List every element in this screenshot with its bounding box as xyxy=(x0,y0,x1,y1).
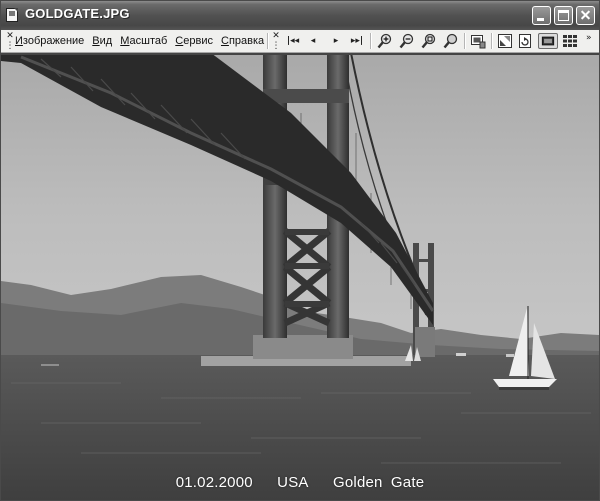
toolbar-separator xyxy=(464,33,466,49)
zoom-fit-icon[interactable] xyxy=(421,33,437,49)
caption-title: Golden Gate xyxy=(333,474,425,491)
toolbar-separator xyxy=(491,33,493,49)
toolbar-overflow-icon[interactable]: » xyxy=(586,33,592,43)
first-image-icon[interactable]: |◂◂ xyxy=(286,33,300,49)
toolbar: ✕ ⋮ Изображение Вид Масштаб Сервис Справк… xyxy=(1,30,599,53)
previous-image-icon[interactable]: ◂ xyxy=(308,33,318,49)
document-icon[interactable] xyxy=(6,8,18,22)
next-image-icon[interactable]: ▸ xyxy=(331,33,341,49)
image-info-icon[interactable] xyxy=(470,33,486,49)
full-view-icon[interactable] xyxy=(538,33,558,49)
menu-view[interactable]: Вид xyxy=(92,35,112,47)
golden-gate-photo xyxy=(1,53,599,500)
caption-date: 01.02.2000 xyxy=(175,474,253,491)
rotate-icon[interactable] xyxy=(517,33,533,49)
menu-image[interactable]: Изображение xyxy=(15,35,84,47)
menu-bar: Изображение Вид Масштаб Сервис Справка xyxy=(15,30,272,52)
image-canvas[interactable]: 01.02.2000 USA Golden Gate xyxy=(1,53,599,500)
minimize-button[interactable] xyxy=(532,6,551,25)
zoom-out-icon[interactable] xyxy=(399,33,415,49)
zoom-in-icon[interactable] xyxy=(377,33,393,49)
menubar-close-icon[interactable]: ✕ ⋮ xyxy=(5,31,15,51)
zoom-actual-icon[interactable] xyxy=(443,33,459,49)
close-button[interactable] xyxy=(576,6,595,25)
title-bar[interactable]: GOLDGATE.JPG xyxy=(1,1,599,30)
image-caption: 01.02.2000 USA Golden Gate xyxy=(1,474,599,491)
toolbar-separator xyxy=(370,33,372,49)
toolbar-separator xyxy=(267,33,269,49)
toolbar-close-icon[interactable]: ✕ ⋮ xyxy=(271,31,281,51)
thumbnails-icon[interactable] xyxy=(562,33,578,49)
menu-service[interactable]: Сервис xyxy=(175,35,213,47)
maximize-icon xyxy=(558,10,569,21)
minimize-icon xyxy=(537,18,544,21)
window-title: GOLDGATE.JPG xyxy=(25,6,130,21)
menu-scale[interactable]: Масштаб xyxy=(120,35,167,47)
fit-window-icon[interactable] xyxy=(497,33,513,49)
caption-country: USA xyxy=(277,474,309,491)
maximize-button[interactable] xyxy=(554,6,573,25)
menu-help[interactable]: Справка xyxy=(221,35,264,47)
last-image-icon[interactable]: ▸▸| xyxy=(350,33,364,49)
image-viewer-window: GOLDGATE.JPG ✕ ⋮ Изображение Вид Масштаб … xyxy=(0,0,600,501)
